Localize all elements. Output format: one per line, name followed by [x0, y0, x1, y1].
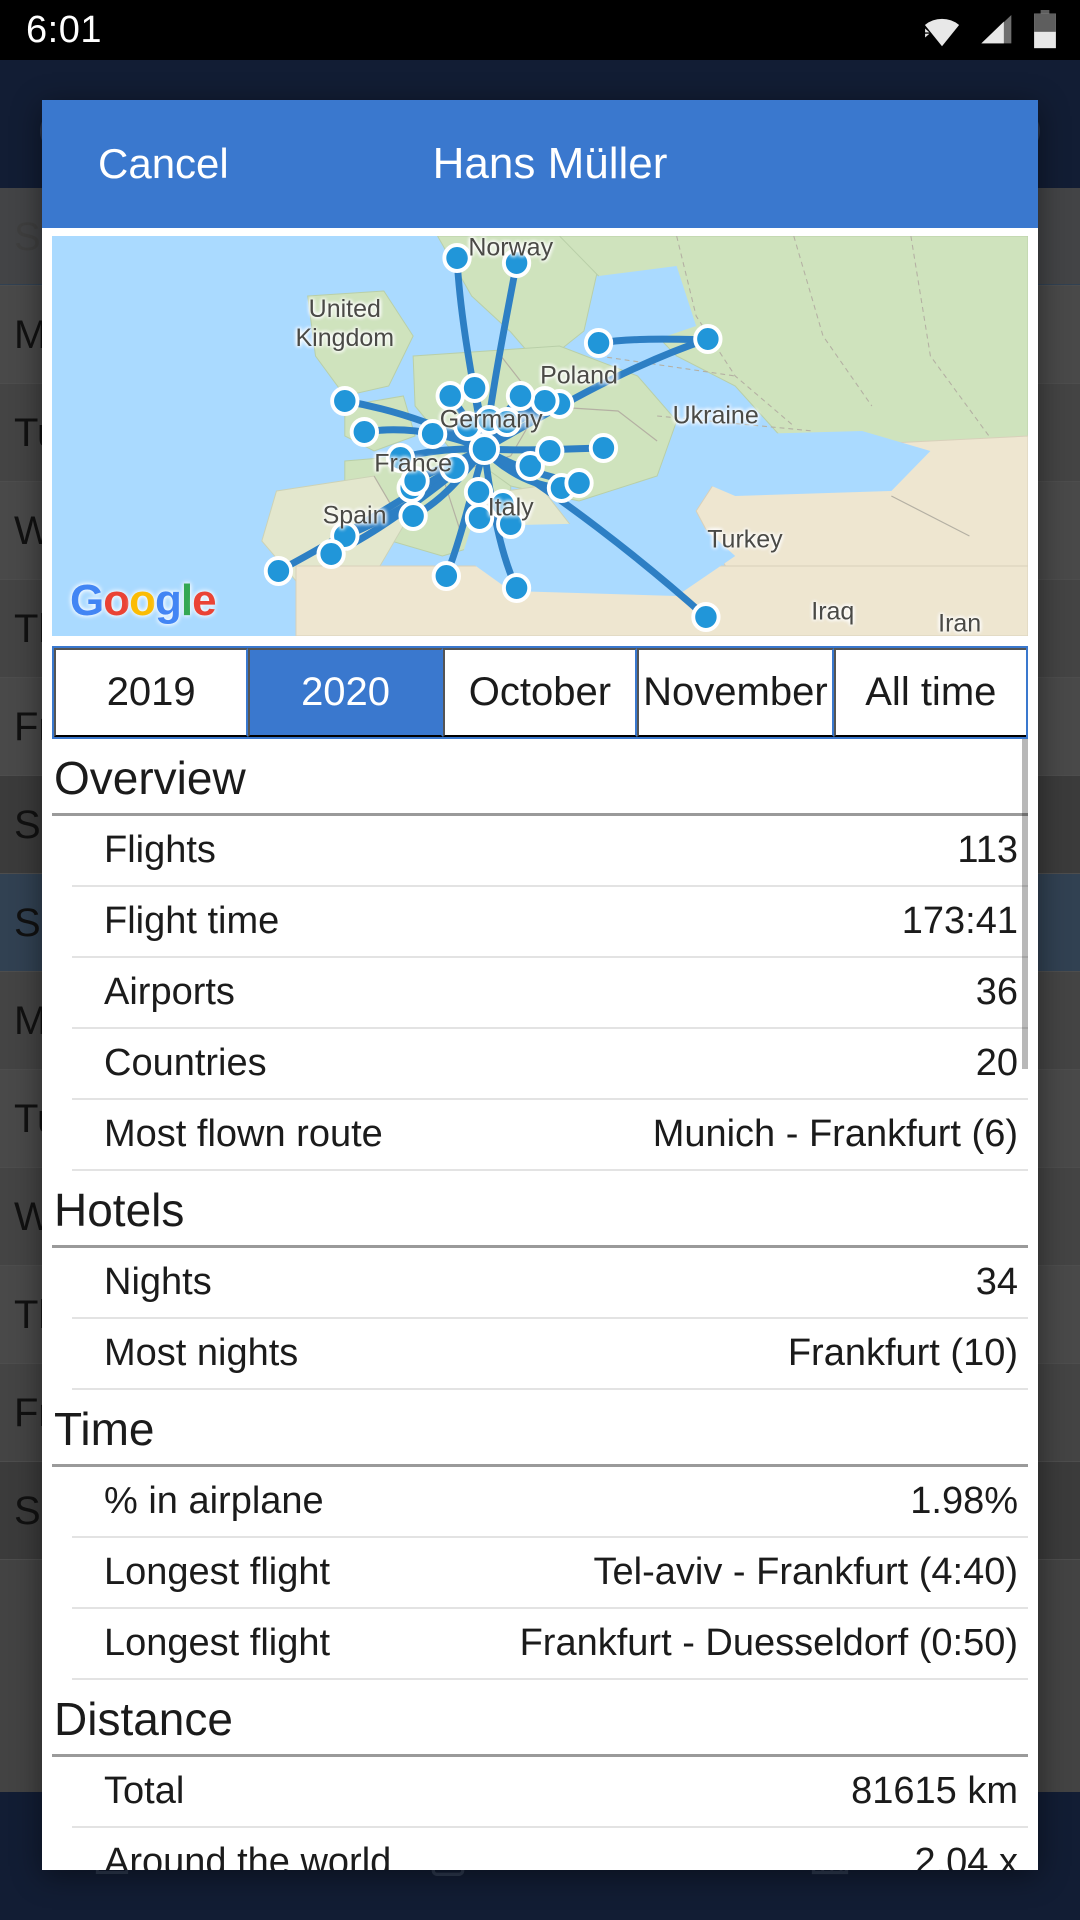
pilot-statistics-dialog: Cancel Hans Müller Norway United Kingdom… [42, 100, 1038, 1870]
stat-value: 2.04 x [914, 1841, 1018, 1870]
stat-row-percent-in-airplane: % in airplane 1.98% [72, 1467, 1028, 1538]
stat-label: Countries [104, 1042, 267, 1084]
tab-2019[interactable]: 2019 [54, 648, 249, 737]
stat-label: Longest flight [104, 1622, 331, 1664]
stat-value: Munich - Frankfurt (6) [652, 1113, 1018, 1155]
stat-value: 20 [975, 1042, 1018, 1084]
stat-label: % in airplane [104, 1480, 324, 1522]
tab-october[interactable]: October [442, 648, 638, 737]
stat-value: 34 [975, 1261, 1018, 1303]
stat-row-nights: Nights 34 [72, 1248, 1028, 1319]
period-filter-tabs: 2019 2020 October November All time [52, 646, 1028, 739]
stat-label: Most flown route [104, 1113, 383, 1155]
stat-value: Frankfurt - Duesseldorf (0:50) [519, 1622, 1018, 1664]
stat-label: Flight time [104, 900, 280, 942]
stat-row-flight-time: Flight time 173:41 [72, 887, 1028, 958]
tab-november[interactable]: November [637, 648, 834, 737]
stat-value: 173:41 [901, 900, 1018, 942]
flight-map[interactable]: Norway United Kingdom Poland Ukraine Ger… [52, 236, 1028, 636]
stat-value: 36 [975, 971, 1018, 1013]
stat-row-around-the-world: Around the world 2.04 x [72, 1828, 1028, 1870]
google-logo-letter-4: g [155, 576, 182, 625]
stat-value: Frankfurt (10) [787, 1332, 1018, 1374]
section-title-distance: Distance [52, 1680, 1028, 1757]
stat-row-airports: Airports 36 [72, 958, 1028, 1029]
stat-row-most-nights: Most nights Frankfurt (10) [72, 1319, 1028, 1390]
statistics-scrollbar[interactable] [1022, 739, 1028, 1069]
stat-value: Tel-aviv - Frankfurt (4:40) [593, 1551, 1018, 1593]
cancel-button[interactable]: Cancel [98, 140, 229, 188]
stat-value: 113 [957, 829, 1018, 871]
stat-label: Nights [104, 1261, 212, 1303]
stat-row-countries: Countries 20 [72, 1029, 1028, 1100]
wifi-icon [924, 18, 960, 47]
stat-row-most-flown-route: Most flown route Munich - Frankfurt (6) [72, 1100, 1028, 1171]
google-logo-letter-3: o [129, 576, 156, 625]
stat-label: Flights [104, 829, 216, 871]
google-logo-letter-5: l [180, 576, 193, 625]
stat-label: Longest flight [104, 1551, 331, 1593]
battery-icon [1034, 10, 1056, 49]
stat-row-longest-flight: Longest flight Tel-aviv - Frankfurt (4:4… [72, 1538, 1028, 1609]
stat-value: 1.98% [910, 1480, 1018, 1522]
stat-label: Most nights [104, 1332, 299, 1374]
statistics-list[interactable]: Overview Flights 113 Flight time 173:41 … [52, 739, 1028, 1870]
status-bar: 6:01 [0, 0, 1080, 60]
tab-all-time[interactable]: All time [833, 648, 1027, 737]
google-attribution-logo: Google [70, 576, 217, 626]
google-logo-letter-6: e [192, 576, 217, 625]
stat-row-total-distance: Total 81615 km [72, 1757, 1028, 1828]
google-logo-letter-2: o [103, 576, 130, 625]
dialog-header: Cancel Hans Müller [42, 100, 1038, 228]
section-title-time: Time [52, 1390, 1028, 1467]
stat-row-flights: Flights 113 [72, 816, 1028, 887]
status-bar-clock: 6:01 [26, 8, 102, 51]
stat-row-shortest-flight: Longest flight Frankfurt - Duesseldorf (… [72, 1609, 1028, 1680]
google-logo-letter-1: G [70, 576, 104, 625]
stat-label: Airports [104, 971, 235, 1013]
section-title-hotels: Hotels [52, 1171, 1028, 1248]
cellular-signal-icon [981, 15, 1012, 44]
section-title-overview: Overview [52, 739, 1028, 816]
stat-label: Total [104, 1770, 185, 1812]
stat-label: Around the world [104, 1841, 392, 1870]
tab-2020[interactable]: 2020 [248, 648, 443, 737]
stat-value: 81615 km [851, 1770, 1018, 1812]
